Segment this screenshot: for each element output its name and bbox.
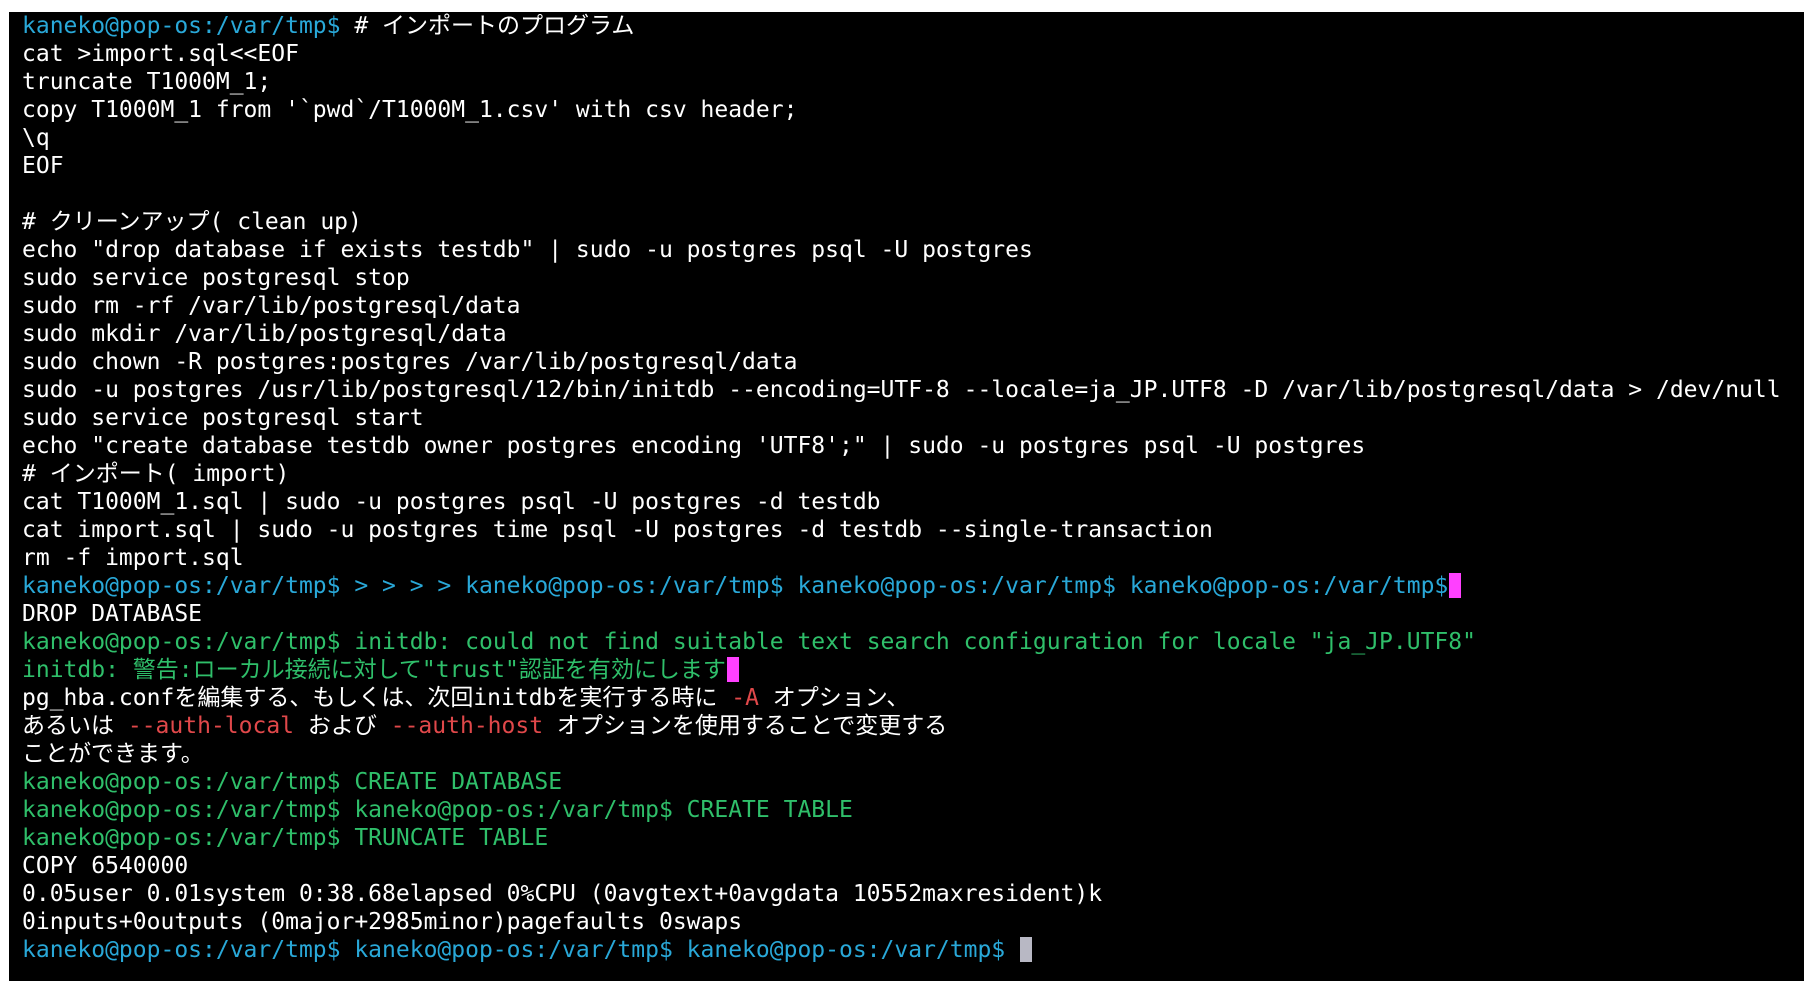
shell-prompt: kaneko@pop-os:/var/tmp$ kaneko@pop-os:/v… xyxy=(22,937,1019,963)
line-text: sudo rm -rf /var/lib/postgresql/data xyxy=(22,293,521,319)
line-text: あるいは xyxy=(22,713,128,739)
terminal-line: kaneko@pop-os:/var/tmp$ CREATE DATABASE xyxy=(22,768,1804,796)
line-text: # クリーンアップ( clean up) xyxy=(22,209,362,235)
terminal-line: cat T1000M_1.sql | sudo -u postgres psql… xyxy=(22,488,1804,516)
line-text: sudo -u postgres /usr/lib/postgresql/12/… xyxy=(22,377,1781,403)
line-text: sudo mkdir /var/lib/postgresql/data xyxy=(22,321,507,347)
line-text: 0inputs+0outputs (0major+2985minor)pagef… xyxy=(22,909,743,935)
line-text: \q xyxy=(22,125,50,151)
terminal-line: \q xyxy=(22,124,1804,152)
line-text: rm -f import.sql xyxy=(22,545,244,571)
terminal-line: kaneko@pop-os:/var/tmp$ kaneko@pop-os:/v… xyxy=(22,796,1804,824)
line-text: # インポート( import) xyxy=(22,461,290,487)
terminal-line: cat import.sql | sudo -u postgres time p… xyxy=(22,516,1804,544)
line-text: initdb: could not find suitable text sea… xyxy=(354,629,1476,655)
terminal-line: kaneko@pop-os:/var/tmp$ kaneko@pop-os:/v… xyxy=(22,936,1804,964)
terminal-output: kaneko@pop-os:/var/tmp$ # インポートのプログラム cat… xyxy=(22,12,1804,981)
line-text: cat import.sql | sudo -u postgres time p… xyxy=(22,517,1213,543)
terminal-line: kaneko@pop-os:/var/tmp$ > > > > kaneko@p… xyxy=(22,572,1804,600)
line-text: ことができます。 xyxy=(22,741,204,767)
terminal-line: echo "drop database if exists testdb" | … xyxy=(22,236,1804,264)
line-text: EOF xyxy=(22,153,64,179)
line-text: オプション、 xyxy=(758,685,910,711)
terminal-line: kaneko@pop-os:/var/tmp$ initdb: could no… xyxy=(22,628,1804,656)
line-text: 0.05user 0.01system 0:38.68elapsed 0%CPU… xyxy=(22,881,1103,907)
line-text: # インポートのプログラム xyxy=(354,13,635,39)
line-text: オプションを使用することで変更する xyxy=(543,713,948,739)
line-text: kaneko@pop-os:/var/tmp$ TRUNCATE TABLE xyxy=(22,825,549,851)
line-text: pg_hba.confを編集する、もしくは、次回initdbを実行する時に xyxy=(22,685,732,711)
terminal-line: cat >import.sql<<EOF xyxy=(22,40,1804,68)
terminal-line: sudo -u postgres /usr/lib/postgresql/12/… xyxy=(22,376,1804,404)
terminal-line: truncate T1000M_1; xyxy=(22,68,1804,96)
terminal-line: sudo service postgresql stop xyxy=(22,264,1804,292)
terminal-line: pg_hba.confを編集する、もしくは、次回initdbを実行する時に -A… xyxy=(22,684,1804,712)
shell-prompt: kaneko@pop-os:/var/tmp$ xyxy=(22,13,355,39)
line-text: cat >import.sql<<EOF xyxy=(22,41,299,67)
line-text: sudo chown -R postgres:postgres /var/lib… xyxy=(22,349,798,375)
line-text: および xyxy=(294,713,391,739)
text-cursor xyxy=(1449,573,1462,598)
line-text: echo "drop database if exists testdb" | … xyxy=(22,237,1033,263)
line-text: initdb: 警告:ローカル接続に対して"trust"認証を有効にします xyxy=(22,657,726,683)
terminal-line: kaneko@pop-os:/var/tmp$ TRUNCATE TABLE xyxy=(22,824,1804,852)
line-text: kaneko@pop-os:/var/tmp$ kaneko@pop-os:/v… xyxy=(22,797,853,823)
line-text: COPY 6540000 xyxy=(22,853,189,879)
terminal-line: initdb: 警告:ローカル接続に対して"trust"認証を有効にします xyxy=(22,656,1804,684)
line-text: DROP DATABASE xyxy=(22,601,203,627)
terminal-line: # クリーンアップ( clean up) xyxy=(22,208,1804,236)
terminal-line: EOF xyxy=(22,152,1804,180)
text-cursor xyxy=(1020,937,1032,962)
terminal-line: echo "create database testdb owner postg… xyxy=(22,432,1804,460)
line-text: sudo service postgresql stop xyxy=(22,265,410,291)
terminal-line: # インポート( import) xyxy=(22,460,1804,488)
terminal-line: copy T1000M_1 from '`pwd`/T1000M_1.csv' … xyxy=(22,96,1804,124)
terminal-line: 0.05user 0.01system 0:38.68elapsed 0%CPU… xyxy=(22,880,1804,908)
option-flag: --auth-local xyxy=(127,713,295,739)
option-flag: --auth-host xyxy=(390,713,544,739)
line-text: sudo service postgresql start xyxy=(22,405,424,431)
terminal-line: kaneko@pop-os:/var/tmp$ # インポートのプログラム xyxy=(22,12,1804,40)
terminal-line: DROP DATABASE xyxy=(22,600,1804,628)
terminal-line: sudo rm -rf /var/lib/postgresql/data xyxy=(22,292,1804,320)
line-text: copy T1000M_1 from '`pwd`/T1000M_1.csv' … xyxy=(22,97,798,123)
text-cursor xyxy=(726,657,739,682)
line-text: kaneko@pop-os:/var/tmp$ CREATE DATABASE xyxy=(22,769,563,795)
line-text: cat T1000M_1.sql | sudo -u postgres psql… xyxy=(22,489,881,515)
terminal-line: sudo service postgresql start xyxy=(22,404,1804,432)
terminal-line: COPY 6540000 xyxy=(22,852,1804,880)
shell-prompt: kaneko@pop-os:/var/tmp$ > > > > kaneko@p… xyxy=(22,573,1449,599)
terminal-window[interactable]: kaneko@pop-os:/var/tmp$ # インポートのプログラム cat… xyxy=(9,12,1804,981)
terminal-line: rm -f import.sql xyxy=(22,544,1804,572)
line-text: echo "create database testdb owner postg… xyxy=(22,433,1366,459)
terminal-line: あるいは --auth-local および --auth-host オプションを… xyxy=(22,712,1804,740)
terminal-line: 0inputs+0outputs (0major+2985minor)pagef… xyxy=(22,908,1804,936)
terminal-line: ことができます。 xyxy=(22,740,1804,768)
option-flag: -A xyxy=(731,685,759,711)
terminal-line: sudo chown -R postgres:postgres /var/lib… xyxy=(22,348,1804,376)
terminal-line: sudo mkdir /var/lib/postgresql/data xyxy=(22,320,1804,348)
line-text: truncate T1000M_1; xyxy=(22,69,272,95)
line-text: kaneko@pop-os:/var/tmp$ xyxy=(22,629,355,655)
